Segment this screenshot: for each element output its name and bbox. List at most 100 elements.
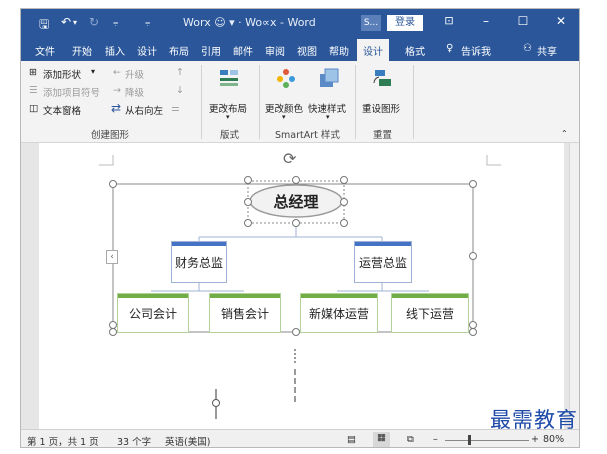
word-count[interactable]: 33 个字 [117, 434, 151, 447]
ribbon-tabs: 文件 开始 插入 设计 布局 引用 邮件 审阅 视图 帮助 设计 格式 ♀ 告诉… [21, 37, 579, 61]
org-node-staff[interactable]: 销售会计 [209, 293, 281, 333]
layout-org-icon[interactable]: ⚌ [171, 103, 180, 114]
node-handle[interactable] [244, 198, 252, 206]
tab-file[interactable]: 文件 [35, 43, 55, 58]
promote-button[interactable]: 升级 [125, 67, 144, 81]
web-layout-icon[interactable]: ⧉ [407, 434, 414, 445]
resize-handle[interactable] [469, 328, 477, 336]
reset-graphic-button[interactable]: 重设图形 [362, 101, 400, 115]
word-window: 🖫 ↶ ▾ ↻ ⩦ ⩦ Worx ☺ ▾ · Wo∝x - Word S... … [20, 8, 580, 448]
text-pane-toggle-icon[interactable]: ‹ [106, 250, 118, 264]
node-handle[interactable] [340, 219, 348, 227]
ribbon: ⊞ 添加形状 ▾ ☰ 添加项目符号 ◫ 文本窗格 ← 升级 → 降级 ⇄ 从右向… [21, 61, 579, 143]
qat-customize-icon[interactable]: ⩦ [113, 18, 118, 28]
org-node-staff[interactable]: 公司会计 [117, 293, 189, 333]
ribbon-separator [355, 65, 356, 139]
ribbon-display-icon[interactable]: ⊡ [439, 14, 459, 27]
rotate-handle-icon[interactable]: ⟳ [283, 149, 296, 168]
redo-icon: ↻ [89, 15, 100, 29]
ribbon-separator [413, 65, 414, 139]
page-count[interactable]: 第 1 页，共 1 页 [27, 434, 99, 447]
print-layout-icon[interactable]: ▦ [373, 432, 390, 447]
resize-handle[interactable] [469, 180, 477, 188]
org-node-label: 线下运营 [405, 306, 454, 321]
node-handle[interactable] [292, 176, 300, 184]
right-to-left-button[interactable]: 从右向左 [125, 103, 163, 117]
group-smartart-styles: SmartArt 样式 [275, 130, 340, 141]
resize-handle[interactable] [109, 180, 117, 188]
bullet-icon: ☰ [29, 85, 38, 96]
tab-help[interactable]: 帮助 [329, 43, 349, 58]
org-node-manager[interactable]: 运营总监 [354, 241, 412, 283]
add-bullet-button[interactable]: 添加项目符号 [43, 85, 100, 99]
close-icon[interactable]: ✕ [551, 14, 571, 28]
maximize-icon[interactable]: ☐ [513, 14, 533, 28]
undo-icon[interactable]: ↶ [61, 15, 71, 29]
change-layout-icon [220, 70, 238, 86]
add-shape-button[interactable]: 添加形状 [43, 67, 81, 81]
group-reset: 重置 [373, 130, 393, 141]
tab-review[interactable]: 审阅 [265, 43, 285, 58]
node-handle[interactable] [244, 176, 252, 184]
read-mode-icon[interactable]: ▤ [347, 434, 356, 445]
ribbon-separator [201, 65, 202, 139]
qat-more-icon[interactable]: ⩦ [145, 18, 150, 28]
ribbon-separator [259, 65, 260, 139]
resize-handle[interactable] [469, 252, 477, 260]
text-pane-icon: ◫ [29, 103, 38, 114]
zoom-slider-thumb[interactable] [468, 435, 471, 445]
search-button[interactable]: S... [361, 15, 381, 31]
share-button[interactable]: 共享 [537, 43, 557, 58]
window-title: Worx ☺ ▾ · Wo∝x - Word [183, 16, 316, 29]
tab-home[interactable]: 开始 [72, 43, 92, 58]
demote-icon: → [113, 85, 121, 96]
change-colors-icon [277, 69, 295, 88]
vertical-scrollbar[interactable] [569, 143, 579, 429]
group-layouts: 版式 [220, 130, 240, 141]
node-handle[interactable] [292, 219, 300, 227]
demote-button[interactable]: 降级 [125, 85, 144, 99]
collapse-ribbon-icon[interactable]: ⌃ [561, 129, 568, 138]
tab-layout[interactable]: 布局 [169, 43, 189, 58]
undo-dropdown-icon[interactable]: ▾ [73, 18, 77, 27]
change-colors-dropdown-icon[interactable]: ▾ [282, 113, 286, 121]
org-node-staff[interactable]: 线下运营 [391, 293, 469, 333]
watermark: 最需教育 [490, 408, 578, 432]
resize-handle[interactable] [292, 328, 300, 336]
document-page[interactable]: ‹ 总经理 ⟳ 财务总监 运营总监 公司会计 销售会计 新媒体运营 线下运营 [39, 143, 564, 429]
org-node-label: 销售会计 [220, 306, 269, 321]
text-pane-button[interactable]: 文本窗格 [43, 103, 81, 117]
zoom-out-icon[interactable]: – [433, 434, 438, 445]
node-handle[interactable] [340, 198, 348, 206]
tab-insert[interactable]: 插入 [105, 43, 125, 58]
org-node-staff[interactable]: 新媒体运营 [300, 293, 378, 333]
zoom-slider[interactable] [445, 440, 529, 441]
minimize-icon[interactable]: – [476, 14, 496, 28]
add-shape-dropdown-icon[interactable]: ▾ [91, 67, 95, 76]
quick-styles-dropdown-icon[interactable]: ▾ [326, 113, 330, 121]
resize-handle[interactable] [469, 321, 477, 329]
login-button[interactable]: 登录 [387, 15, 423, 31]
node-handle[interactable] [340, 176, 348, 184]
tab-view[interactable]: 视图 [297, 43, 317, 58]
tab-smartart-format[interactable]: 格式 [405, 43, 425, 58]
tab-mailings[interactable]: 邮件 [233, 43, 253, 58]
org-node-ceo[interactable]: 总经理 [253, 189, 339, 213]
quick-styles-icon [320, 68, 339, 87]
tab-design[interactable]: 设计 [137, 43, 157, 58]
save-icon[interactable]: 🖫 [39, 15, 49, 36]
language-status[interactable]: 英语(美国) [165, 434, 210, 447]
move-up-icon[interactable]: ↑ [176, 67, 184, 78]
tell-me-search[interactable]: 告诉我 [461, 43, 491, 58]
node-handle[interactable] [244, 219, 252, 227]
tab-smartart-design[interactable]: 设计 [357, 39, 389, 61]
org-node-manager[interactable]: 财务总监 [171, 241, 227, 283]
zoom-level[interactable]: 80% [543, 434, 564, 445]
resize-handle[interactable] [109, 328, 117, 336]
zoom-in-icon[interactable]: + [531, 434, 539, 445]
move-down-icon[interactable]: ↓ [176, 85, 184, 96]
right-to-left-icon: ⇄ [111, 101, 122, 115]
resize-handle[interactable] [109, 321, 117, 329]
tab-references[interactable]: 引用 [201, 43, 221, 58]
change-layout-dropdown-icon[interactable]: ▾ [226, 113, 230, 121]
